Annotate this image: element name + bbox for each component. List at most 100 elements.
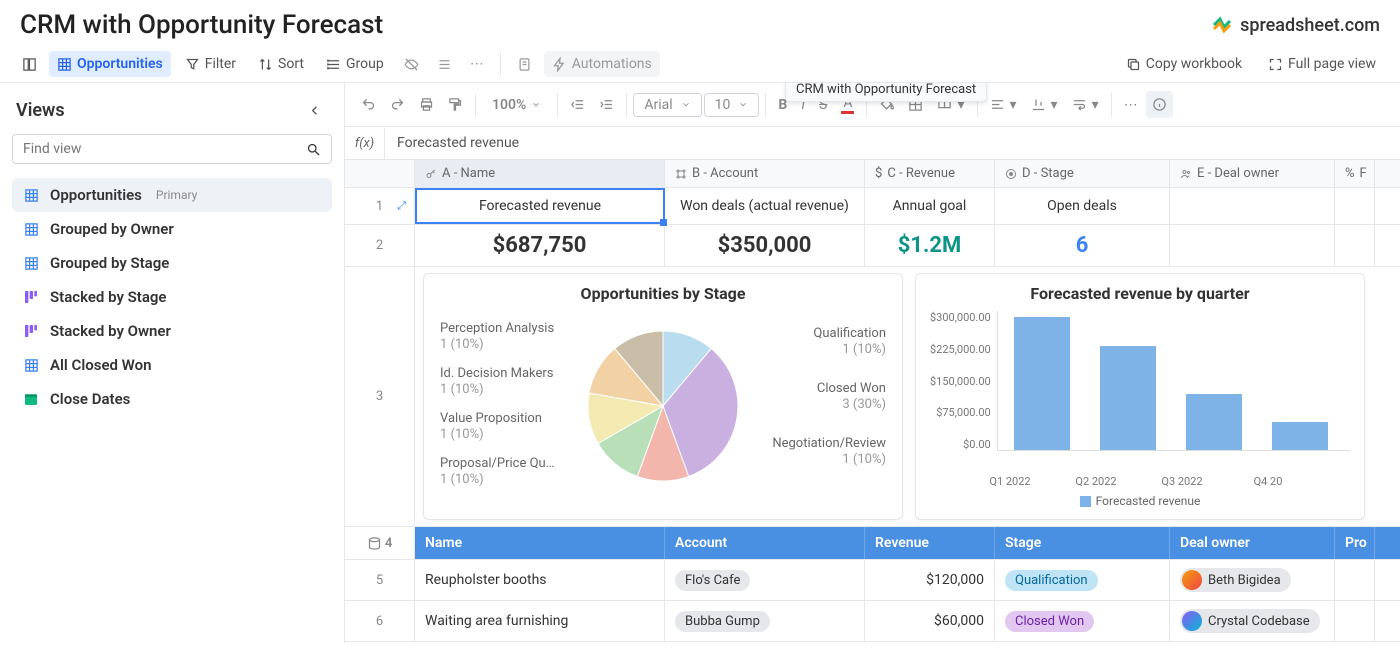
cell-prob[interactable] xyxy=(1335,560,1375,600)
automations-button[interactable]: Automations xyxy=(544,51,660,77)
share-form-button[interactable] xyxy=(511,51,538,78)
fx-value[interactable]: Forecasted revenue xyxy=(385,127,531,159)
col-header-B[interactable]: B - Account xyxy=(665,160,865,187)
col-header-E[interactable]: E - Deal owner xyxy=(1170,160,1335,187)
info-button[interactable] xyxy=(1146,91,1173,118)
sidebar-view-item[interactable]: All Closed Won xyxy=(12,348,332,382)
sidebar-view-item[interactable]: Grouped by Stage xyxy=(12,246,332,280)
cell-B1[interactable]: Won deals (actual revenue) xyxy=(665,188,865,224)
find-view-input-wrap[interactable] xyxy=(12,134,332,164)
cell-C1[interactable]: Annual goal xyxy=(865,188,995,224)
cell-D2[interactable]: 6 xyxy=(995,225,1170,266)
col-header-D[interactable]: D - Stage xyxy=(995,160,1170,187)
font-family-select[interactable]: Arial xyxy=(633,93,701,117)
views-panel-toggle[interactable] xyxy=(16,51,43,78)
row-number[interactable]: 3 xyxy=(345,267,415,526)
bar-chart-card: Forecasted revenue by quarter $300,000.0… xyxy=(915,273,1365,520)
ytick: $300,000.00 xyxy=(930,311,991,324)
cell-A1[interactable]: Forecasted revenue xyxy=(415,188,665,224)
th-account[interactable]: Account xyxy=(665,527,865,559)
th-owner[interactable]: Deal owner xyxy=(1170,527,1335,559)
cell-E2[interactable] xyxy=(1170,225,1335,266)
cell-F2[interactable] xyxy=(1335,225,1375,266)
cell-stage[interactable]: Closed Won xyxy=(995,601,1170,641)
cell-prob[interactable] xyxy=(1335,601,1375,641)
th-stage[interactable]: Stage xyxy=(995,527,1170,559)
th-prob[interactable]: Pro xyxy=(1335,527,1375,559)
cell-account[interactable]: Flo's Cafe xyxy=(665,560,865,600)
valign-button[interactable]: ▾ xyxy=(1025,91,1064,119)
account-chip[interactable]: Bubba Gump xyxy=(675,611,770,632)
indent-button[interactable] xyxy=(593,91,620,118)
group-button[interactable]: Group xyxy=(318,51,392,77)
database-icon xyxy=(367,536,382,551)
cell-E1[interactable] xyxy=(1170,188,1335,224)
cell-stage[interactable]: Qualification xyxy=(995,560,1170,600)
avatar xyxy=(1182,611,1202,631)
cell-account[interactable]: Bubba Gump xyxy=(665,601,865,641)
page-title: CRM with Opportunity Forecast xyxy=(20,10,383,40)
cell-name[interactable]: Waiting area furnishing xyxy=(415,601,665,641)
pie-slice-label: Value Proposition1 (10%) xyxy=(440,411,542,442)
cell-revenue[interactable]: $120,000 xyxy=(865,560,995,600)
owner-chip[interactable]: Crystal Codebase xyxy=(1180,609,1320,633)
brand-logo[interactable]: spreadsheet.com xyxy=(1210,13,1380,37)
xtick: Q2 2022 xyxy=(1068,475,1124,488)
redo-button[interactable] xyxy=(384,91,411,118)
sort-button[interactable]: Sort xyxy=(250,51,312,77)
col-header-F[interactable]: %F xyxy=(1335,160,1375,187)
undo-button[interactable] xyxy=(355,91,382,118)
overflow-menu-button[interactable]: ⋯ xyxy=(1118,91,1144,119)
cell-B2[interactable]: $350,000 xyxy=(665,225,865,266)
cell-owner[interactable]: Crystal Codebase xyxy=(1170,601,1335,641)
th-name[interactable]: Name xyxy=(415,527,665,559)
spreadsheet-grid[interactable]: A - Name B - Account $C - Revenue D - St… xyxy=(345,160,1400,642)
fullpage-button[interactable]: Full page view xyxy=(1260,51,1384,77)
cell-C2[interactable]: $1.2M xyxy=(865,225,995,266)
row-number[interactable]: 4 xyxy=(345,527,415,559)
current-sheet-tab[interactable]: Opportunities xyxy=(49,51,171,77)
outdent-button[interactable] xyxy=(564,91,591,118)
account-chip[interactable]: Flo's Cafe xyxy=(675,570,750,591)
col-header-A[interactable]: A - Name xyxy=(415,160,665,187)
cell-owner[interactable]: Beth Bigidea xyxy=(1170,560,1335,600)
sidebar-view-item[interactable]: Grouped by Owner xyxy=(12,212,332,246)
stage-chip[interactable]: Closed Won xyxy=(1005,611,1094,632)
pie-chart: Perception Analysis1 (10%)Id. Decision M… xyxy=(438,311,888,501)
col-header-C[interactable]: $C - Revenue xyxy=(865,160,995,187)
collapse-sidebar-button[interactable] xyxy=(301,97,328,124)
stage-chip[interactable]: Qualification xyxy=(1005,570,1098,591)
sidebar-view-item[interactable]: OpportunitiesPrimary xyxy=(12,178,332,212)
cell-F1[interactable] xyxy=(1335,188,1375,224)
ytick: $150,000.00 xyxy=(930,375,991,388)
sidebar-view-item[interactable]: Stacked by Stage xyxy=(12,280,332,314)
filter-button[interactable]: Filter xyxy=(177,51,244,77)
row-height-button[interactable] xyxy=(431,51,458,78)
cell-A2[interactable]: $687,750 xyxy=(415,225,665,266)
sidebar-view-item[interactable]: Stacked by Owner xyxy=(12,314,332,348)
row-number[interactable]: 6 xyxy=(345,601,415,641)
row-number[interactable]: 5 xyxy=(345,560,415,600)
halign-button[interactable]: ▾ xyxy=(984,91,1023,119)
key-icon xyxy=(425,168,437,180)
copy-workbook-button[interactable]: Copy workbook xyxy=(1118,51,1250,77)
cell-name[interactable]: Reupholster booths xyxy=(415,560,665,600)
hide-columns-button[interactable] xyxy=(398,51,425,78)
more-button[interactable]: ⋯ xyxy=(464,50,490,78)
zoom-select[interactable]: 100% xyxy=(482,94,551,116)
cell-revenue[interactable]: $60,000 xyxy=(865,601,995,641)
font-size-select[interactable]: 10 xyxy=(704,93,760,117)
row-number[interactable]: 1⤢ xyxy=(345,188,415,224)
format-painter-button[interactable] xyxy=(442,91,469,118)
expand-row-button[interactable]: ⤢ xyxy=(397,199,406,213)
owner-chip[interactable]: Beth Bigidea xyxy=(1180,568,1291,592)
corner-cell[interactable] xyxy=(345,160,415,187)
sidebar-view-item[interactable]: Close Dates xyxy=(12,382,332,416)
wrap-button[interactable]: ▾ xyxy=(1066,91,1105,119)
find-view-input[interactable] xyxy=(23,141,306,157)
pie-slice-label: Closed Won3 (30%) xyxy=(817,381,886,412)
cell-D1[interactable]: Open deals xyxy=(995,188,1170,224)
print-button[interactable] xyxy=(413,91,440,118)
row-number[interactable]: 2 xyxy=(345,225,415,266)
th-revenue[interactable]: Revenue xyxy=(865,527,995,559)
